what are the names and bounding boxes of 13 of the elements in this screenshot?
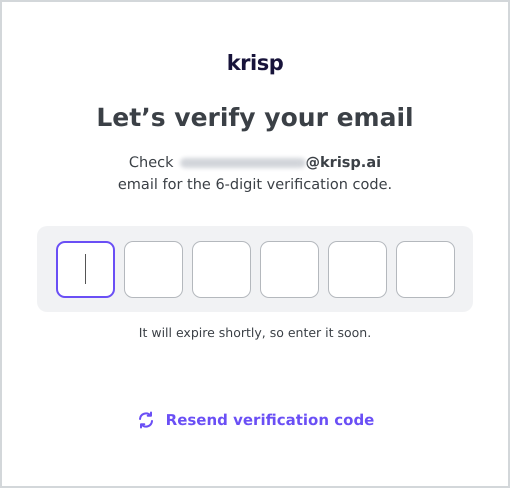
code-digit-field[interactable] [260,240,318,298]
email-domain: @krisp.ai [306,154,382,173]
code-digit-field[interactable] [56,240,114,298]
code-digit-field[interactable] [192,240,250,298]
message-text: Check [128,154,174,173]
resend-link[interactable]: Resend verification code [136,410,374,430]
code-digit-field[interactable] [124,240,182,298]
page-title: Let’s verify your email [96,102,414,134]
hint-text: It will expire shortly, so enter it soon. [138,324,372,342]
code-digit-field[interactable] [328,240,386,298]
logo: krisp [226,50,284,76]
code-digit-field[interactable] [396,240,454,298]
message-text: email for the 6-digit verification code. [118,176,392,195]
